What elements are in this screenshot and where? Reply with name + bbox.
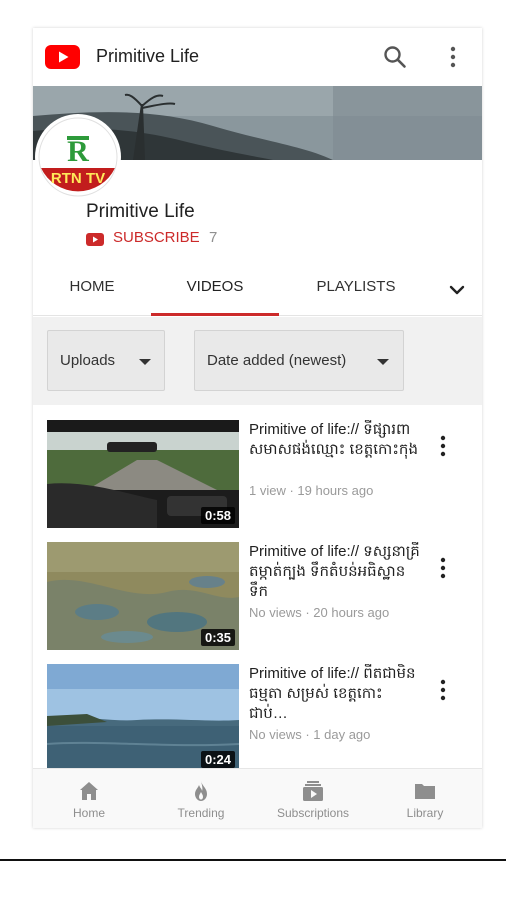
- divider: [0, 859, 506, 861]
- more-vert-icon[interactable]: [443, 44, 463, 70]
- filter-bar: Uploads Date added (newest): [33, 317, 482, 405]
- nav-subscriptions-label: Subscriptions: [276, 806, 350, 820]
- video-duration: 0:35: [200, 629, 235, 646]
- youtube-logo-icon[interactable]: [45, 45, 80, 69]
- video-duration: 0:24: [200, 751, 235, 768]
- more-vert-icon[interactable]: [437, 678, 449, 702]
- nav-library-label: Library: [406, 806, 444, 820]
- app-title: Primitive Life: [96, 46, 200, 66]
- video-title[interactable]: Primitive of life:// ទីផ្សារពាសមាសផង់ឈ្ម…: [249, 420, 421, 480]
- video-item[interactable]: 0:58 Primitive of life:// ទីផ្សារពាសមាសផ…: [33, 408, 482, 528]
- avatar-text: RTN TV: [51, 170, 105, 187]
- caret-down-icon: [377, 359, 389, 365]
- trending-icon: [195, 781, 207, 801]
- nav-home-label: Home: [72, 806, 105, 820]
- bottom-navigation: Home Trending Subscriptions Library: [33, 768, 482, 828]
- avatar-letter: R: [67, 135, 89, 168]
- video-list: 0:58 Primitive of life:// ទីផ្សារពាសមាសផ…: [33, 408, 482, 768]
- video-thumbnail[interactable]: 0:58: [47, 420, 239, 528]
- top-app-bar: Primitive Life: [33, 28, 482, 86]
- video-title[interactable]: Primitive of life:// ពីតជាមិនធម្មតា សម្រ…: [249, 664, 421, 724]
- caret-down-icon: [139, 359, 151, 365]
- library-icon: [415, 784, 435, 799]
- nav-library[interactable]: Library: [369, 769, 481, 828]
- sort-dropdown-label: Date added (newest): [207, 352, 347, 369]
- tab-playlists[interactable]: PLAYLISTS: [291, 264, 421, 316]
- video-item[interactable]: 0:24 Primitive of life:// ពីតជាមិនធម្មតា…: [33, 652, 482, 768]
- sort-dropdown[interactable]: Date added (newest): [194, 330, 404, 391]
- channel-avatar[interactable]: R RTN TV: [37, 116, 119, 198]
- more-vert-icon[interactable]: [437, 434, 449, 458]
- tab-videos[interactable]: VIDEOS: [151, 264, 279, 316]
- subscriptions-icon: [303, 781, 323, 801]
- video-duration: 0:58: [200, 507, 235, 524]
- subscriber-count: 7: [209, 229, 218, 246]
- nav-trending[interactable]: Trending: [145, 769, 257, 828]
- tab-home[interactable]: HOME: [33, 264, 151, 316]
- video-thumbnail[interactable]: 0:24: [47, 664, 239, 768]
- nav-trending-label: Trending: [177, 806, 225, 820]
- search-icon[interactable]: [382, 44, 408, 70]
- more-vert-icon[interactable]: [437, 556, 449, 580]
- app-frame: Primitive Life R RTN TV Primitive Life S…: [33, 28, 482, 828]
- nav-home[interactable]: Home: [33, 769, 145, 828]
- home-icon: [80, 782, 98, 800]
- video-meta: No views · 20 hours ago: [249, 605, 390, 620]
- channel-name: Primitive Life: [86, 201, 195, 222]
- video-title[interactable]: Primitive of life:// ទស្សនាគ្រីតម្កាត់ក្…: [249, 542, 421, 602]
- subscribe-label: SUBSCRIBE: [113, 229, 200, 246]
- video-item[interactable]: 0:35 Primitive of life:// ទស្សនាគ្រីតម្ក…: [33, 530, 482, 650]
- subscribe-icon: [86, 233, 104, 246]
- video-meta: 1 view · 19 hours ago: [249, 483, 374, 498]
- chevron-down-icon[interactable]: [445, 278, 469, 302]
- uploads-dropdown[interactable]: Uploads: [47, 330, 165, 391]
- video-thumbnail[interactable]: 0:35: [47, 542, 239, 650]
- channel-tabs: HOME VIDEOS PLAYLISTS: [33, 264, 482, 316]
- nav-subscriptions[interactable]: Subscriptions: [257, 769, 369, 828]
- uploads-dropdown-label: Uploads: [60, 352, 116, 369]
- video-meta: No views · 1 day ago: [249, 727, 371, 742]
